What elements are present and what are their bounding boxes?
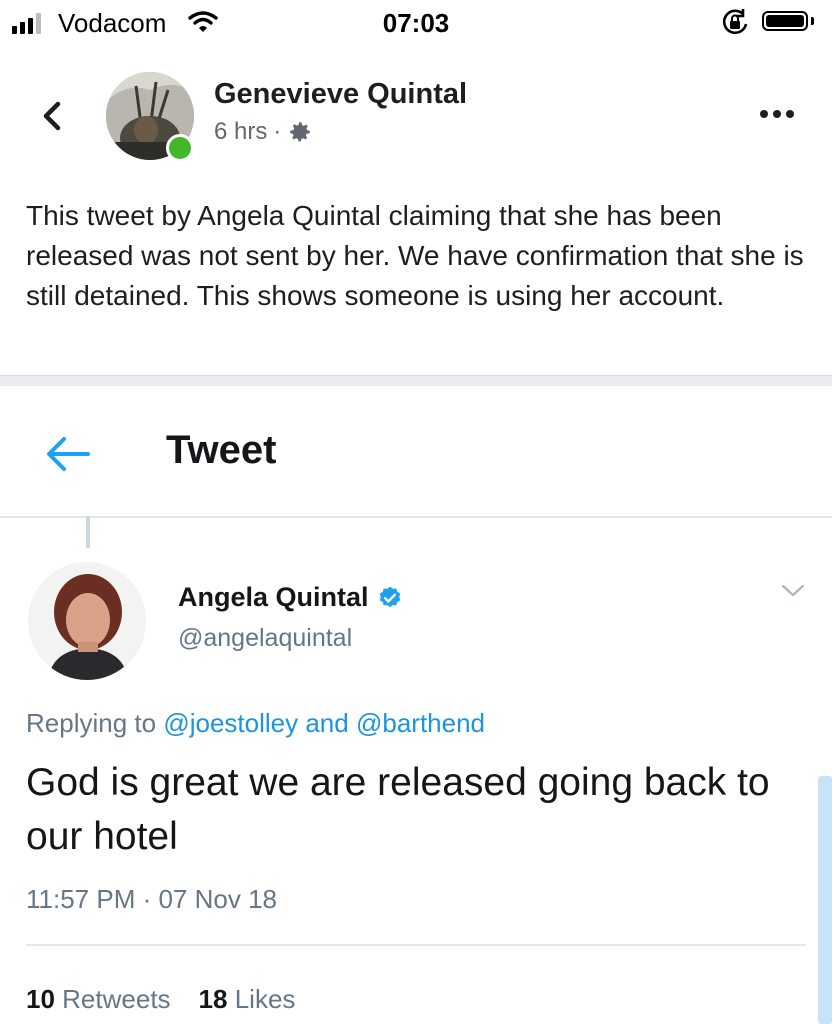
retweets-label: Retweets [62,984,171,1014]
retweets-count: 10 [26,984,55,1014]
reply-mention-link: @joestolley [163,708,299,738]
reply-and-text: and [305,708,349,738]
tweet-reply-context: Replying to @joestolley and @barthend [26,708,485,739]
battery-tip [811,17,814,25]
tweet-author-handle: @angelaquintal [178,624,353,652]
meta-separator: · [273,118,282,145]
tweet-avatar-photo [28,562,146,680]
online-status-indicator [166,134,194,162]
section-divider [0,375,832,386]
tweet-divider [26,944,806,946]
likes-label: Likes [234,984,296,1014]
likes-stat: 18 Likes [199,984,296,1015]
rotation-lock-icon [722,9,748,35]
back-arrow-icon [47,437,90,471]
likes-count: 18 [198,984,228,1014]
thread-line [86,516,90,548]
back-button[interactable] [34,96,74,136]
embedded-tweet-image[interactable]: Tweet Angela Quintal @angelaquintal Repl… [0,386,832,1024]
post-author-name[interactable]: Genevieve Quintal [214,78,467,111]
chevron-down-icon [781,584,805,597]
battery-icon [762,11,808,31]
retweets-stat: 10 Retweets [26,984,171,1015]
reply-mention-link: @barthend [355,708,486,738]
tweet-author-row: Angela Quintal [178,582,403,613]
post-meta: 6 hrs · [214,118,313,146]
post-time[interactable]: 6 hrs [214,118,267,146]
post-body-text: This tweet by Angela Quintal claiming th… [26,200,804,311]
more-options-button[interactable] [760,104,800,124]
tweet-scroll-indicator [818,776,832,1024]
reply-prefix: Replying to [26,708,157,738]
tweet-body-text: God is great we are released going back … [26,761,770,858]
tweet-author-avatar [28,562,146,680]
gear-icon [290,122,311,142]
tweet-timestamp: 11:57 PM · 07 Nov 18 [26,884,277,914]
tweet-stats: 10 Retweets 18 Likes [26,984,295,1015]
dot [760,110,768,118]
verified-badge-icon [379,586,400,607]
status-time: 07:03 [382,8,450,38]
tweet-header: Tweet [0,386,832,518]
tweet-author-name: Angela Quintal [178,582,369,612]
status-bar: Vodacom 07:03 [0,0,832,46]
tweet-header-title: Tweet [166,428,277,472]
dot [786,110,794,118]
dot [773,110,781,118]
